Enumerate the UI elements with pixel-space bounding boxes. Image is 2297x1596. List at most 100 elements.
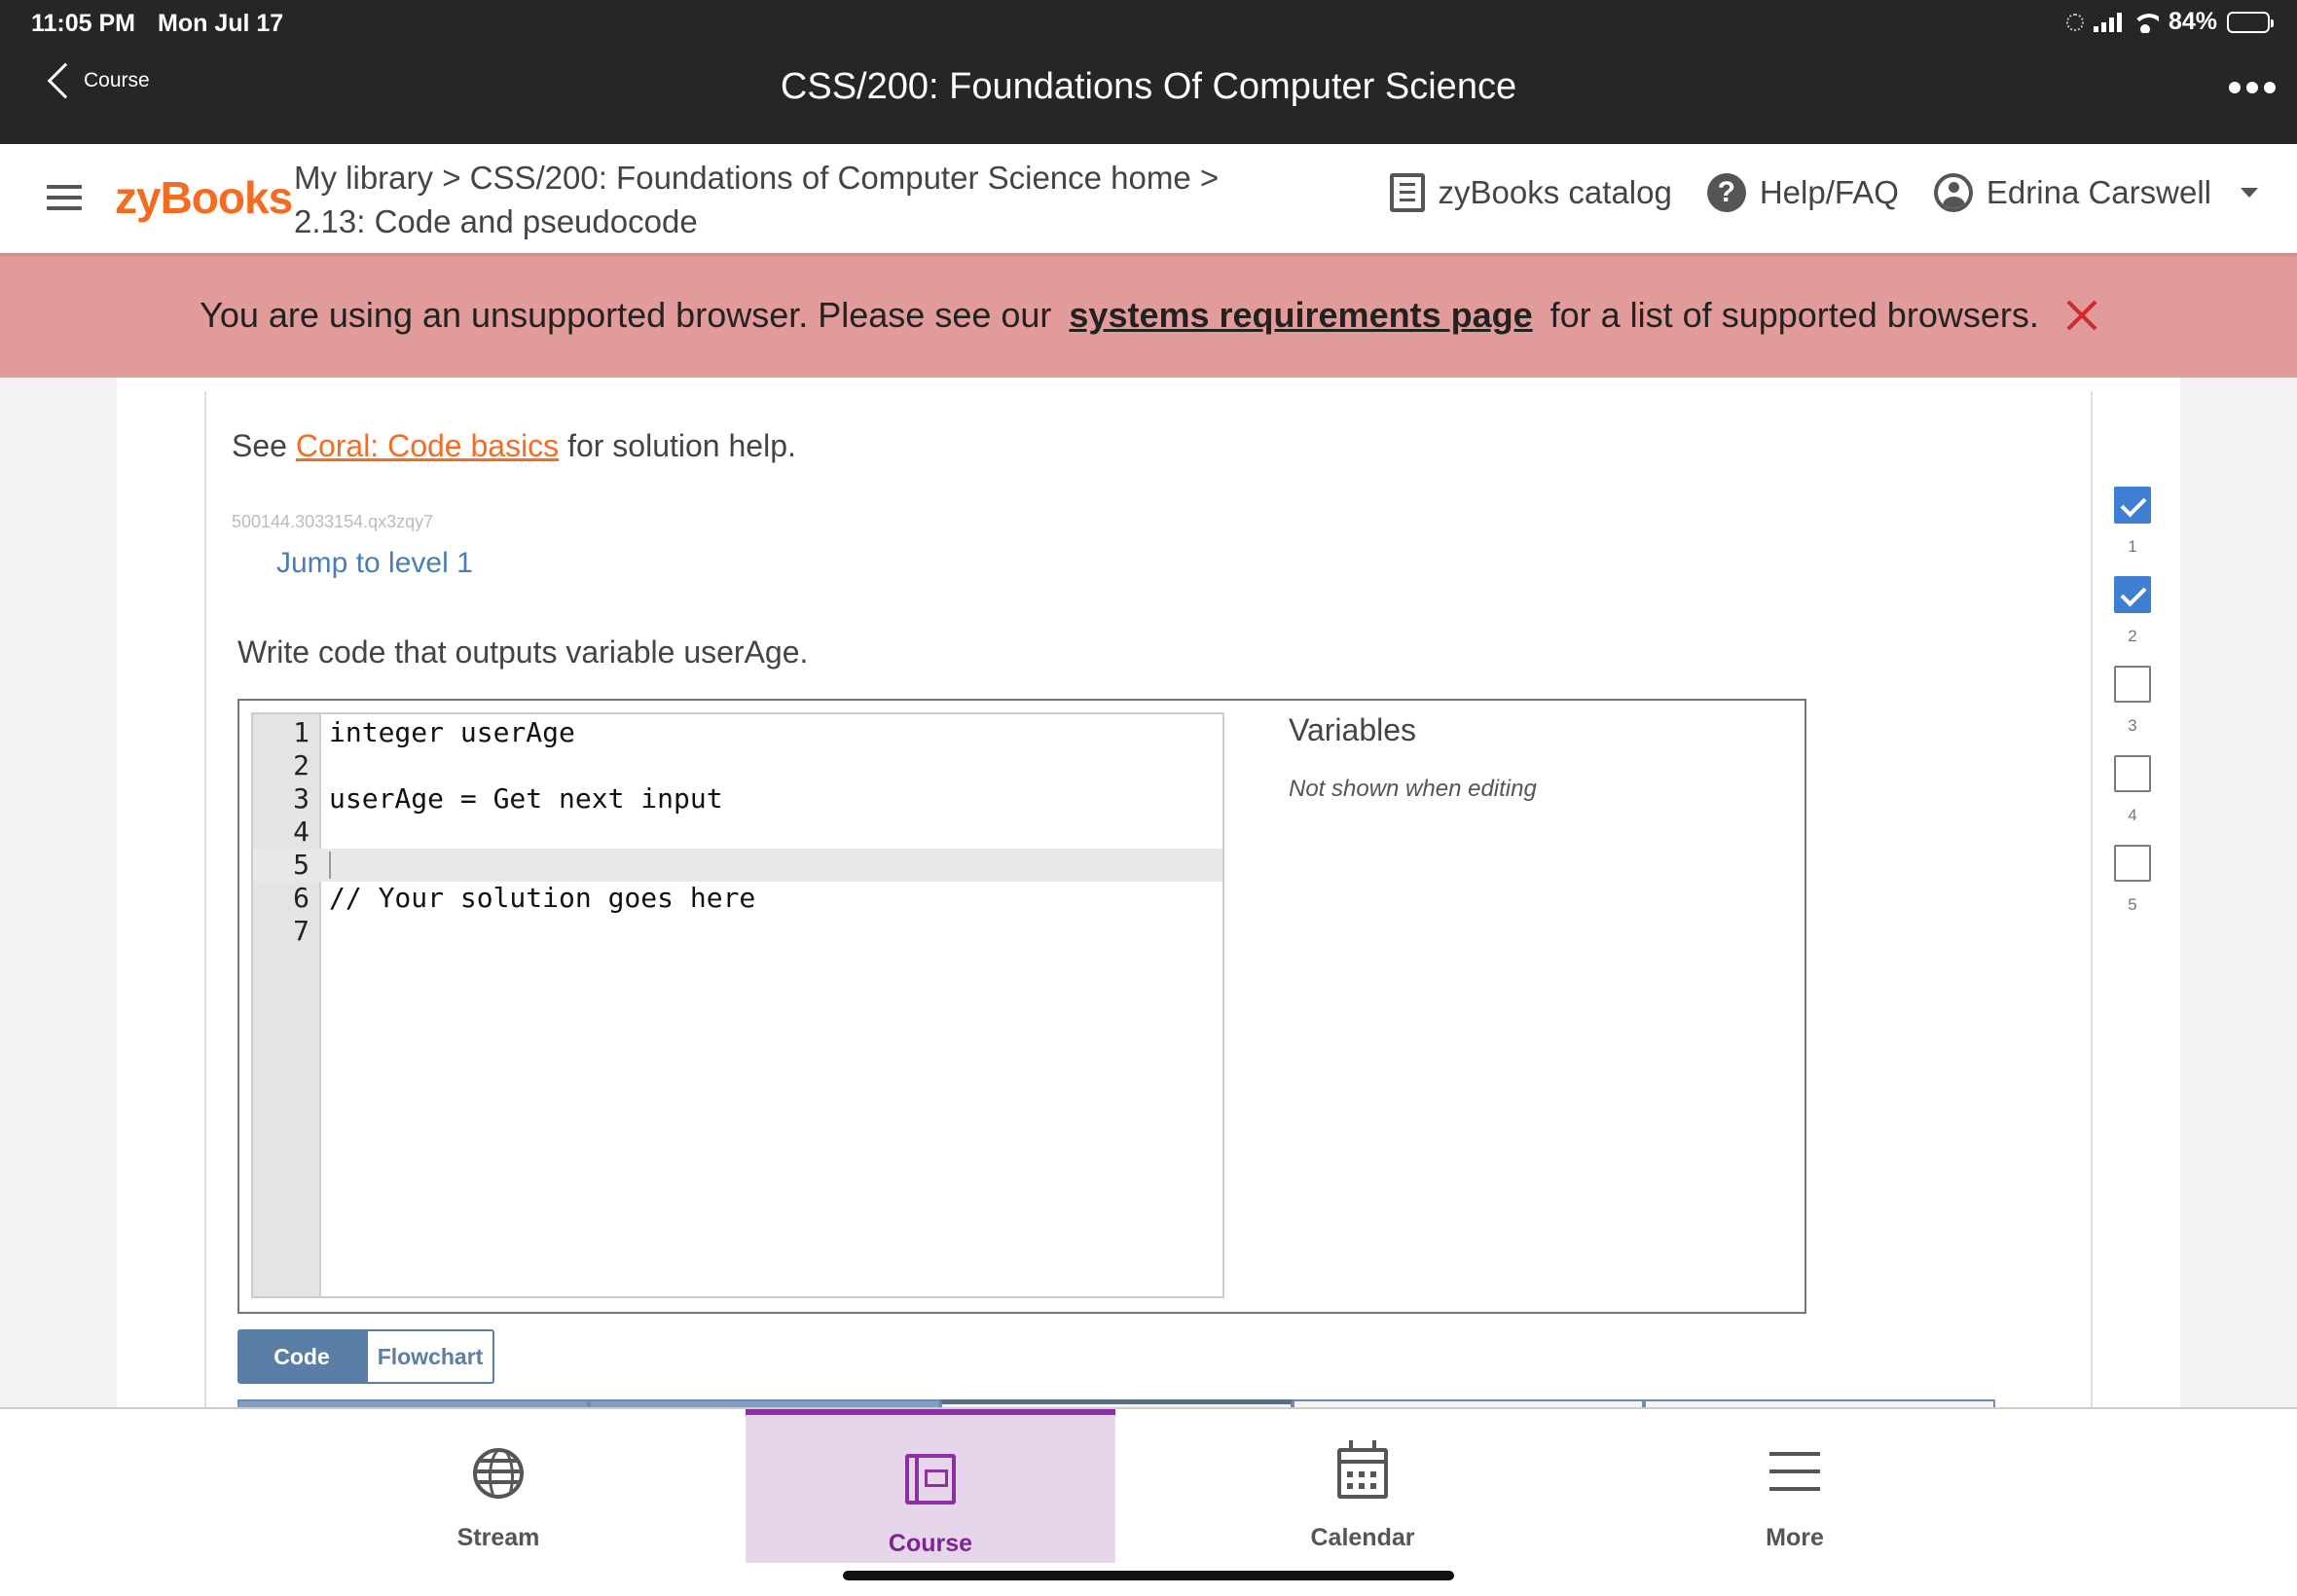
- unsupported-browser-banner: You are using an unsupported browser. Pl…: [0, 253, 2297, 378]
- app-title: CSS/200: Foundations Of Computer Science: [780, 66, 1517, 107]
- user-avatar-icon: [1933, 173, 1973, 212]
- tab-calendar[interactable]: Calendar: [1178, 1409, 1548, 1565]
- flowchart-view-button[interactable]: Flowchart: [366, 1329, 494, 1384]
- challenge-prompt: Write code that outputs variable userAge…: [237, 635, 809, 670]
- battery-icon: [2227, 11, 2274, 33]
- help-after-text: for solution help.: [567, 428, 796, 463]
- line-number: 5: [293, 849, 310, 881]
- activity-id: 500144.3033154.qx3zqy7: [232, 512, 434, 531]
- level-number: 2: [2128, 627, 2137, 645]
- wifi-icon: [2131, 12, 2159, 33]
- tab-stream[interactable]: Stream: [313, 1409, 683, 1565]
- level-incomplete-checkbox[interactable]: [2114, 755, 2151, 792]
- tab-course[interactable]: Course: [746, 1409, 1115, 1563]
- catalog-label: zyBooks catalog: [1438, 174, 1672, 210]
- globe-icon: [473, 1448, 524, 1499]
- header-actions: zyBooks catalog ? Help/FAQ Edrina Carswe…: [1355, 173, 2258, 212]
- close-icon[interactable]: [2066, 300, 2097, 331]
- level-complete-checkbox[interactable]: [2114, 487, 2151, 524]
- code-line[interactable]: 2: [253, 749, 1222, 782]
- coral-code-basics-link[interactable]: Coral: Code basics: [296, 428, 559, 463]
- view-toggle: Code Flowchart: [237, 1329, 494, 1384]
- code-editor[interactable]: 1 integer userAge 2 3 userAge = Get next inp…: [251, 712, 1224, 1298]
- line-code: userAge = Get next input: [329, 782, 723, 815]
- app-header: 11:05 PM Mon Jul 17 84% Course CSS/200: …: [0, 0, 2297, 144]
- help-icon: ?: [1706, 173, 1746, 212]
- breadcrumb-course-home[interactable]: CSS/200: Foundations of Computer Science…: [470, 160, 1191, 196]
- tab-more-label: More: [1766, 1524, 1824, 1551]
- level-item: 5: [2095, 845, 2172, 934]
- level-number: 4: [2128, 806, 2137, 824]
- variables-panel: Variables Not shown when editing: [1289, 712, 1537, 803]
- code-line[interactable]: 7: [253, 915, 1222, 948]
- zybooks-header: zyBooks My library > CSS/200: Foundation…: [0, 144, 2297, 253]
- line-number: 1: [293, 716, 310, 748]
- hamburger-menu-icon[interactable]: [47, 185, 82, 217]
- book-icon: [1389, 173, 1425, 212]
- level-number: 1: [2128, 537, 2137, 556]
- line-number: 2: [293, 749, 310, 781]
- breadcrumb-separator: >: [1199, 160, 1220, 196]
- line-code: integer userAge: [329, 716, 575, 748]
- breadcrumb-my-library[interactable]: My library: [294, 160, 433, 196]
- solution-help: See Coral: Code basics for solution help…: [232, 428, 796, 464]
- level-complete-checkbox[interactable]: [2114, 576, 2151, 613]
- breadcrumb-separator: >: [442, 160, 461, 196]
- jump-to-level-link[interactable]: Jump to level 1: [276, 547, 473, 580]
- status-icons: 84%: [2065, 8, 2274, 36]
- line-code: // Your solution goes here: [329, 882, 756, 914]
- bottom-tab-bar: Stream Course Calendar More: [0, 1407, 2297, 1596]
- level-incomplete-checkbox[interactable]: [2114, 845, 2151, 882]
- tab-more[interactable]: More: [1610, 1409, 1980, 1565]
- breadcrumb-section: 2.13: Code and pseudocode: [294, 203, 698, 239]
- tab-course-label: Course: [888, 1530, 973, 1557]
- home-indicator: [843, 1571, 1454, 1580]
- line-number: 3: [293, 782, 310, 815]
- activity-icon: [2065, 13, 2084, 31]
- calendar-icon: [1337, 1440, 1388, 1499]
- text-cursor: [329, 852, 331, 879]
- status-time: 11:05 PM: [31, 10, 136, 37]
- level-number: 3: [2128, 716, 2137, 735]
- help-link[interactable]: ? Help/FAQ: [1706, 173, 1899, 212]
- level-incomplete-checkbox[interactable]: [2114, 666, 2151, 703]
- user-name: Edrina Carswell: [1986, 174, 2211, 210]
- line-number: 6: [293, 882, 310, 914]
- user-menu[interactable]: Edrina Carswell: [1933, 173, 2258, 212]
- code-line[interactable]: 6 // Your solution goes here: [253, 882, 1222, 915]
- challenge-activity: See Coral: Code basics for solution help…: [204, 391, 2151, 1423]
- app-bar: Course CSS/200: Foundations Of Computer …: [0, 47, 2297, 144]
- level-item: 2: [2095, 576, 2172, 666]
- line-number: 4: [293, 816, 310, 848]
- line-number: 7: [293, 915, 310, 947]
- more-options-button[interactable]: [2229, 82, 2276, 93]
- code-line[interactable]: 5: [253, 849, 1222, 882]
- level-item: 4: [2095, 755, 2172, 845]
- catalog-link[interactable]: zyBooks catalog: [1389, 173, 1672, 212]
- level-item: 1: [2095, 487, 2172, 576]
- see-text: See: [232, 428, 287, 463]
- level-item: 3: [2095, 666, 2172, 755]
- menu-icon: [1769, 1448, 1820, 1499]
- code-line[interactable]: 1 integer userAge: [253, 716, 1222, 749]
- code-line[interactable]: 4: [253, 816, 1222, 849]
- code-line[interactable]: 3 userAge = Get next input: [253, 782, 1222, 816]
- status-date: Mon Jul 17: [158, 10, 284, 37]
- tab-stream-label: Stream: [456, 1524, 540, 1551]
- tab-calendar-label: Calendar: [1310, 1524, 1415, 1551]
- banner-text-after: for a list of supported browsers.: [1550, 295, 2039, 335]
- level-checklist: 1 2 3 4 5: [2095, 487, 2172, 934]
- editor-panel: 1 integer userAge 2 3 userAge = Get next inp…: [237, 699, 1806, 1314]
- banner-text: You are using an unsupported browser. Pl…: [200, 295, 1052, 335]
- system-requirements-link[interactable]: systems requirements page: [1069, 295, 1532, 336]
- help-label: Help/FAQ: [1759, 174, 1899, 210]
- dot-icon: [2264, 82, 2276, 93]
- dot-icon: [2246, 82, 2258, 93]
- battery-percent: 84%: [2168, 8, 2217, 35]
- content-area: See Coral: Code basics for solution help…: [117, 364, 2180, 1423]
- cellular-signal-icon: [2093, 12, 2122, 32]
- zybooks-logo[interactable]: zyBooks: [115, 171, 293, 224]
- status-bar: 11:05 PM Mon Jul 17 84%: [0, 0, 2297, 47]
- code-view-button[interactable]: Code: [237, 1329, 366, 1384]
- caret-down-icon: [2241, 188, 2258, 198]
